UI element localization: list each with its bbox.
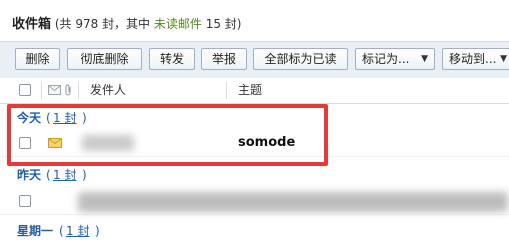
chevron-down-icon: ▼ [500, 54, 507, 64]
folder-title: 收件箱 (共 978 封，其中 未读邮件 15 封) [12, 14, 241, 34]
select-all-checkbox[interactable] [19, 84, 31, 96]
sender-column-header[interactable]: 发件人 [90, 78, 126, 103]
group-count-link[interactable]: 1 封 [53, 164, 76, 186]
row-checkbox[interactable] [19, 195, 31, 207]
folder-count-prefix: (共 978 封，其中 [54, 17, 154, 31]
forward-button[interactable]: 转发 [149, 48, 195, 70]
column-divider [226, 82, 227, 99]
purge-button[interactable]: 彻底删除 [67, 48, 142, 70]
mail-row[interactable] [0, 188, 509, 215]
group-label: 星期一 [17, 224, 54, 238]
envelope-icon [48, 85, 61, 95]
mark-all-read-button[interactable]: 全部标为已读 [253, 48, 348, 70]
paren-open: ( [59, 224, 64, 238]
paren-open: ( [46, 168, 51, 182]
unread-mail-link[interactable]: 未读邮件 [154, 17, 202, 31]
report-button[interactable]: 举报 [201, 48, 247, 70]
column-header: 发件人 主题 [0, 78, 509, 104]
group-count-link[interactable]: 1 封 [66, 220, 89, 242]
annotation-highlight-box [7, 104, 328, 166]
delete-button[interactable]: 删除 [15, 48, 60, 70]
paren-close: ) [82, 168, 87, 182]
folder-count-suffix: 15 封) [201, 17, 242, 31]
subject-column-header[interactable]: 主题 [238, 78, 262, 103]
column-divider [41, 82, 42, 99]
attachment-icon [65, 84, 71, 96]
row-redacted [78, 192, 508, 212]
mark-as-dropdown[interactable]: 标记为... ▼ [355, 48, 435, 70]
column-divider [78, 82, 79, 99]
folder-name: 收件箱 [12, 17, 52, 32]
move-to-dropdown[interactable]: 移动到... ▼ [442, 48, 509, 70]
group-monday: 星期一 ( 1 封 ) [0, 220, 509, 242]
mail-toolbar: 删除 彻底删除 转发 举报 全部标为已读 标记为... ▼ 移动到... ▼ [0, 41, 509, 79]
mark-as-label: 标记为... [362, 52, 410, 66]
chevron-down-icon: ▼ [421, 54, 428, 64]
group-yesterday: 昨天 ( 1 封 ) [0, 164, 509, 186]
group-label: 昨天 [17, 168, 42, 182]
move-to-label: 移动到... [449, 52, 497, 66]
paren-close: ) [95, 224, 100, 238]
